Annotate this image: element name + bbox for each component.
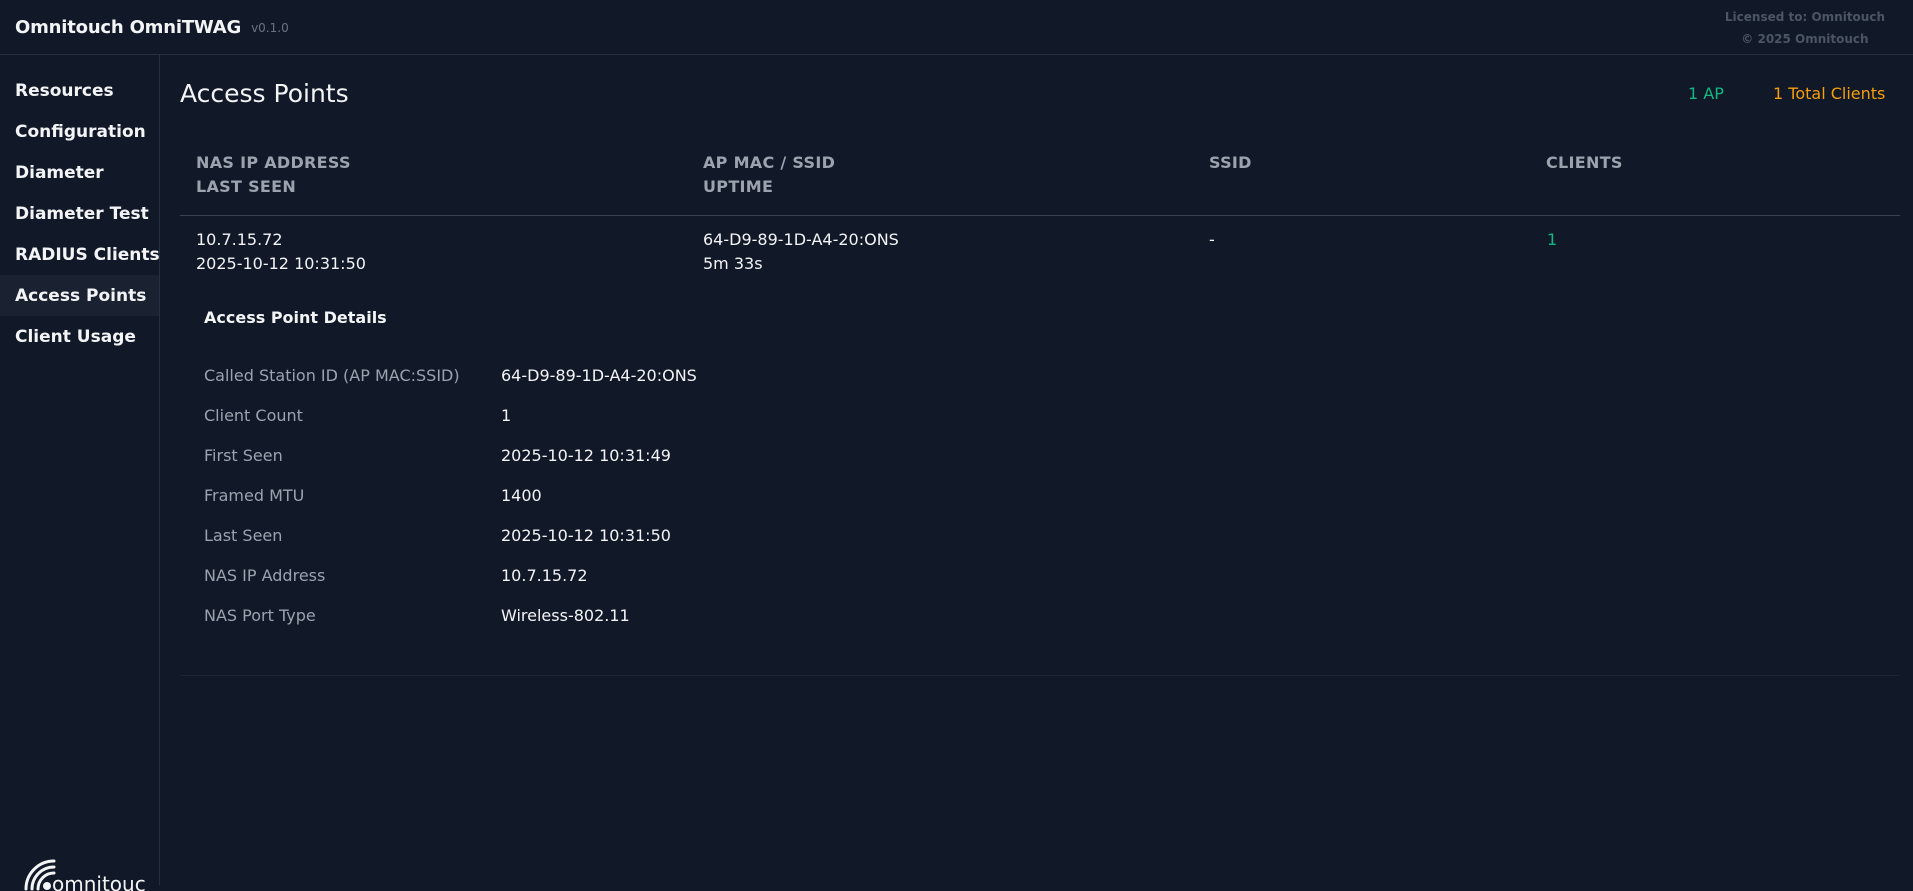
logo-wordmark: omnitouch (52, 872, 145, 891)
uptime-value: 5m 33s (703, 254, 763, 273)
main-content: Access Points 1 AP 1 Total Clients NAS I… (180, 55, 1900, 885)
top-bar: Omnitouch OmniTWAG v0.1.0 Licensed to: O… (0, 0, 1913, 55)
access-point-details: Access Point Details Called Station ID (… (204, 308, 697, 625)
detail-value: 2025-10-12 10:31:50 (501, 526, 671, 545)
detail-value: 1400 (501, 486, 542, 505)
app-title: Omnitouch OmniTWAG (15, 16, 242, 38)
sidebar-item-radius-clients[interactable]: RADIUS Clients (0, 234, 160, 275)
detail-label: NAS Port Type (204, 606, 316, 625)
detail-row-called-station-id: Called Station ID (AP MAC:SSID) 64-D9-89… (204, 366, 1004, 406)
detail-label: Called Station ID (AP MAC:SSID) (204, 366, 460, 385)
detail-value: Wireless-802.11 (501, 606, 630, 625)
detail-row-framed-mtu: Framed MTU 1400 (204, 486, 1004, 526)
page-title: Access Points (180, 79, 349, 108)
copyright-text: © 2025 Omnitouch (1741, 32, 1869, 46)
column-header-clients[interactable]: CLIENTS (1546, 151, 1623, 175)
total-clients-badge: 1 Total Clients (1773, 84, 1886, 103)
detail-value: 64-D9-89-1D-A4-20:ONS (501, 366, 697, 385)
detail-label: Last Seen (204, 526, 283, 545)
omnitouch-logo: omnitouch (24, 859, 145, 891)
detail-label: First Seen (204, 446, 283, 465)
column-header-label: NAS IP ADDRESS (196, 153, 351, 172)
ap-mac-value: 64-D9-89-1D-A4-20:ONS (703, 230, 899, 249)
column-header-ssid[interactable]: SSID (1209, 151, 1252, 175)
nas-ip-value: 10.7.15.72 (196, 230, 283, 249)
detail-row-nas-ip-address: NAS IP Address 10.7.15.72 (204, 566, 1004, 606)
clients-cell: 1 (1547, 230, 1558, 249)
ap-count-badge: 1 AP (1688, 84, 1724, 103)
license-info: Licensed to: Omnitouch © 2025 Omnitouch (1725, 6, 1885, 50)
detail-row-first-seen: First Seen 2025-10-12 10:31:49 (204, 446, 1004, 486)
table-header: NAS IP ADDRESS LAST SEEN AP MAC / SSID U… (180, 151, 1900, 216)
column-header-sublabel: UPTIME (703, 177, 774, 196)
sidebar-item-configuration[interactable]: Configuration (0, 111, 159, 152)
sidebar-item-diameter[interactable]: Diameter (0, 152, 159, 193)
column-header-sublabel: LAST SEEN (196, 177, 297, 196)
detail-value: 1 (501, 406, 512, 425)
detail-label: NAS IP Address (204, 566, 326, 585)
detail-row-nas-port-type: NAS Port Type Wireless-802.11 (204, 606, 1004, 646)
details-title: Access Point Details (204, 308, 387, 327)
detail-row-last-seen: Last Seen 2025-10-12 10:31:50 (204, 526, 1004, 566)
detail-label: Framed MTU (204, 486, 305, 505)
column-header-label: SSID (1209, 153, 1252, 172)
last-seen-value: 2025-10-12 10:31:50 (196, 254, 366, 273)
sidebar-item-resources[interactable]: Resources (0, 70, 159, 111)
sidebar-nav: Resources Configuration Diameter Diamete… (0, 55, 160, 357)
nas-ip-cell: 10.7.15.72 2025-10-12 10:31:50 (196, 228, 366, 276)
column-header-ap-mac[interactable]: AP MAC / SSID UPTIME (703, 151, 835, 199)
table-row[interactable]: 10.7.15.72 2025-10-12 10:31:50 64-D9-89-… (180, 216, 1900, 676)
ap-mac-cell: 64-D9-89-1D-A4-20:ONS 5m 33s (703, 228, 899, 276)
detail-value: 2025-10-12 10:31:49 (501, 446, 671, 465)
license-text: Licensed to: Omnitouch (1724, 10, 1885, 24)
sidebar: Resources Configuration Diameter Diamete… (0, 55, 160, 891)
sidebar-item-diameter-test[interactable]: Diameter Test (0, 193, 159, 234)
sidebar-item-client-usage[interactable]: Client Usage (0, 316, 159, 357)
column-header-label: AP MAC / SSID (703, 153, 836, 172)
column-header-label: CLIENTS (1546, 153, 1623, 172)
ssid-cell: - (1209, 230, 1215, 249)
column-header-nas-ip[interactable]: NAS IP ADDRESS LAST SEEN (196, 151, 351, 199)
sidebar-item-access-points[interactable]: Access Points (0, 275, 159, 316)
version-label: v0.1.0 (251, 21, 289, 35)
detail-value: 10.7.15.72 (501, 566, 588, 585)
detail-row-client-count: Client Count 1 (204, 406, 1004, 446)
detail-label: Client Count (204, 406, 303, 425)
